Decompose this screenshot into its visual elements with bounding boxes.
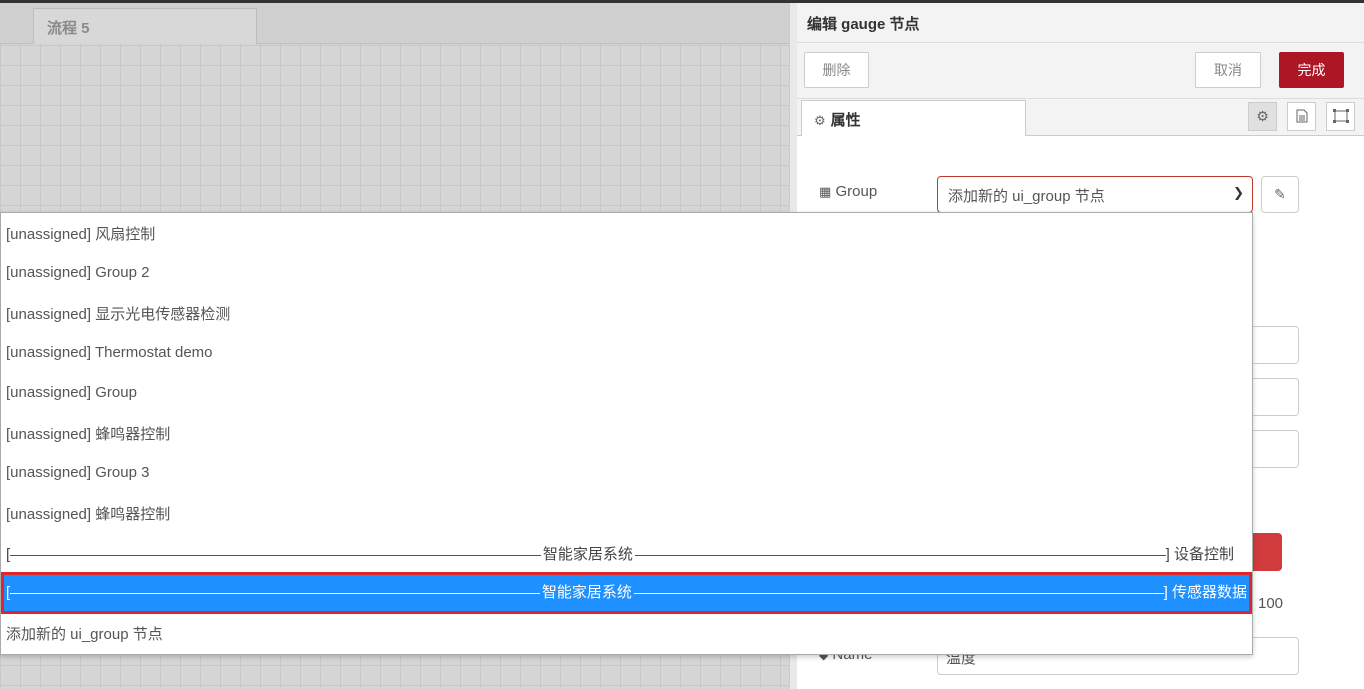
group-dropdown-list: [unassigned] 风扇控制 [unassigned] Group 2 [… xyxy=(0,212,1253,655)
group-label: ▦ Group xyxy=(819,183,877,200)
appearance-tab-icon[interactable] xyxy=(1326,102,1355,131)
chevron-down-icon: ❯ xyxy=(1233,185,1244,200)
tab-properties-label: 属性 xyxy=(830,112,861,129)
tab-flow-5[interactable]: 流程 5 xyxy=(33,8,257,44)
list-item[interactable]: [unassigned] Group 2 xyxy=(1,254,1252,292)
divider xyxy=(633,592,1164,594)
group-select[interactable]: 添加新的 ui_group 节点 ❯ xyxy=(937,176,1253,213)
sep-right: ] 设备控制 xyxy=(1165,546,1234,563)
sep-right: ] 传感器数据 xyxy=(1163,584,1247,601)
sep-title: 智能家居系统 xyxy=(542,546,633,563)
list-item[interactable]: [unassigned] Group xyxy=(1,374,1252,412)
divider xyxy=(10,554,541,556)
group-label-text: Group xyxy=(835,183,878,200)
table-icon: ▦ xyxy=(819,184,832,199)
list-item[interactable]: [unassigned] Group 3 xyxy=(1,454,1252,492)
tab-properties[interactable]: ⚙ 属性 xyxy=(801,100,1026,136)
max-value: 100 xyxy=(1258,595,1284,612)
settings-tab-icon[interactable]: ⚙ xyxy=(1248,102,1277,131)
list-item[interactable]: [unassigned] 显示光电传感器检测 xyxy=(1,296,1252,334)
cancel-button[interactable]: 取消 xyxy=(1195,52,1261,88)
divider xyxy=(10,592,540,594)
list-item[interactable]: [unassigned] 风扇控制 xyxy=(1,216,1252,254)
list-item-device-control[interactable]: [ 智能家居系统 ] 设备控制 xyxy=(1,536,1252,574)
list-item[interactable]: [unassigned] 蜂鸣器控制 xyxy=(1,416,1252,454)
workspace-tabbar: 流程 5 xyxy=(0,3,789,44)
divider xyxy=(634,554,1166,556)
property-tabs: ⚙ 属性 xyxy=(797,99,1364,136)
description-tab-icon[interactable] xyxy=(1287,102,1316,131)
list-item-add-new[interactable]: 添加新的 ui_group 节点 xyxy=(1,616,1252,654)
list-item-sensor-data-selected[interactable]: [ 智能家居系统 ] 传感器数据 xyxy=(1,572,1252,614)
done-button[interactable]: 完成 xyxy=(1279,52,1344,88)
list-item[interactable]: [unassigned] 蜂鸣器控制 xyxy=(1,496,1252,534)
list-item[interactable]: [unassigned] Thermostat demo xyxy=(1,334,1252,372)
sep-title: 智能家居系统 xyxy=(541,584,632,601)
group-select-value: 添加新的 ui_group 节点 xyxy=(948,188,1105,205)
panel-title: 编辑 gauge 节点 xyxy=(797,3,1364,43)
edit-group-button[interactable]: ✎ xyxy=(1261,176,1299,213)
gear-icon: ⚙ xyxy=(814,113,826,128)
panel-toolbar: 删除 取消 完成 xyxy=(797,43,1364,99)
pencil-icon: ✎ xyxy=(1274,186,1286,202)
tab-label: 流程 5 xyxy=(47,20,90,37)
delete-button[interactable]: 删除 xyxy=(804,52,869,88)
